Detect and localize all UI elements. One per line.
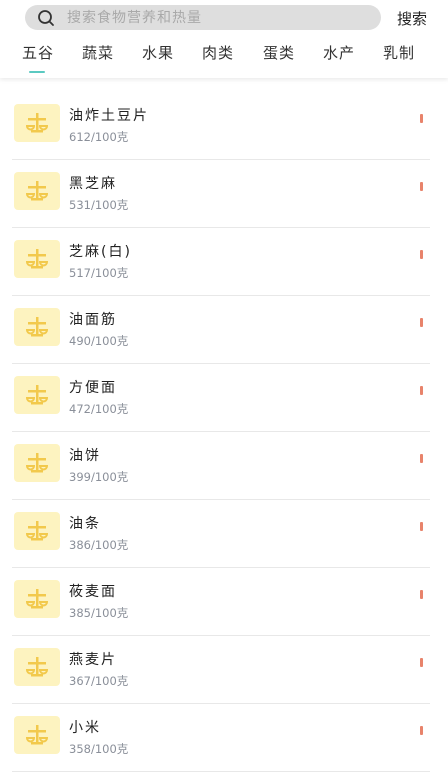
food-thumbnail — [14, 240, 60, 278]
food-name: 芝麻(白) — [69, 244, 132, 260]
food-row[interactable]: 莜麦面 385/100克 — [12, 568, 430, 636]
food-name: 小米 — [69, 720, 101, 736]
food-name: 莜麦面 — [69, 584, 117, 600]
search-icon — [38, 10, 54, 26]
food-thumbnail — [14, 308, 60, 346]
food-row[interactable]: 油炸土豆片 612/100克 — [12, 92, 430, 160]
scale-icon — [25, 589, 49, 609]
food-calories: 531/100克 — [69, 198, 129, 212]
food-thumbnail — [14, 648, 60, 686]
scale-icon — [25, 453, 49, 473]
search-box[interactable] — [25, 5, 381, 30]
scale-icon — [25, 385, 49, 405]
row-marker — [420, 658, 423, 667]
row-marker — [420, 590, 423, 599]
food-name: 油炸土豆片 — [69, 108, 149, 124]
row-marker — [420, 454, 423, 463]
food-name: 燕麦片 — [69, 652, 117, 668]
scale-icon — [25, 249, 49, 269]
food-name: 黑芝麻 — [69, 176, 117, 192]
food-name: 方便面 — [69, 380, 117, 396]
food-thumbnail — [14, 716, 60, 754]
search-button[interactable]: 搜索 — [397, 8, 427, 29]
food-calories: 490/100克 — [69, 334, 129, 348]
food-thumbnail — [14, 444, 60, 482]
food-row[interactable]: 黑芝麻 531/100克 — [12, 160, 430, 228]
scale-icon — [25, 521, 49, 541]
scale-icon — [25, 113, 49, 133]
tab-fruits[interactable]: 水果 — [142, 42, 174, 63]
tab-meat[interactable]: 肉类 — [202, 42, 234, 63]
top-bar: 搜索 五谷 蔬菜 水果 肉类 蛋类 水产 乳制 — [0, 0, 448, 78]
tab-grains[interactable]: 五谷 — [22, 42, 54, 63]
food-calories: 367/100克 — [69, 674, 129, 688]
food-thumbnail — [14, 580, 60, 618]
row-marker — [420, 250, 423, 259]
row-marker — [420, 522, 423, 531]
search-input[interactable] — [67, 5, 367, 30]
food-calories: 386/100克 — [69, 538, 129, 552]
food-calories: 472/100克 — [69, 402, 129, 416]
food-thumbnail — [14, 512, 60, 550]
food-row[interactable]: 油条 386/100克 — [12, 500, 430, 568]
row-marker — [420, 726, 423, 735]
food-row[interactable]: 燕麦片 367/100克 — [12, 636, 430, 704]
food-calories: 612/100克 — [69, 130, 129, 144]
scale-icon — [25, 317, 49, 337]
food-name: 油条 — [69, 516, 101, 532]
food-calories: 517/100克 — [69, 266, 129, 280]
tab-dairy[interactable]: 乳制 — [383, 42, 415, 63]
food-calories: 358/100克 — [69, 742, 129, 756]
food-name: 油面筋 — [69, 312, 117, 328]
food-name: 油饼 — [69, 448, 101, 464]
tab-seafood[interactable]: 水产 — [323, 42, 355, 63]
row-marker — [420, 318, 423, 327]
food-row[interactable]: 油饼 399/100克 — [12, 432, 430, 500]
category-tabs: 五谷 蔬菜 水果 肉类 蛋类 水产 乳制 — [0, 42, 448, 78]
food-calories: 399/100克 — [69, 470, 129, 484]
scale-icon — [25, 181, 49, 201]
tab-eggs[interactable]: 蛋类 — [263, 42, 295, 63]
food-thumbnail — [14, 376, 60, 414]
food-row[interactable]: 方便面 472/100克 — [12, 364, 430, 432]
active-tab-indicator — [29, 71, 45, 73]
row-marker — [420, 114, 423, 123]
food-thumbnail — [14, 172, 60, 210]
food-calories: 385/100克 — [69, 606, 129, 620]
scale-icon — [25, 657, 49, 677]
tab-vegetables[interactable]: 蔬菜 — [82, 42, 114, 63]
food-row[interactable]: 小米 358/100克 — [12, 704, 430, 772]
row-marker — [420, 386, 423, 395]
food-row[interactable]: 油面筋 490/100克 — [12, 296, 430, 364]
row-marker — [420, 182, 423, 191]
scale-icon — [25, 725, 49, 745]
food-list: 油炸土豆片 612/100克 黑芝麻 531/100克 芝麻(白) 517/10… — [12, 92, 430, 772]
food-thumbnail — [14, 104, 60, 142]
food-row[interactable]: 芝麻(白) 517/100克 — [12, 228, 430, 296]
